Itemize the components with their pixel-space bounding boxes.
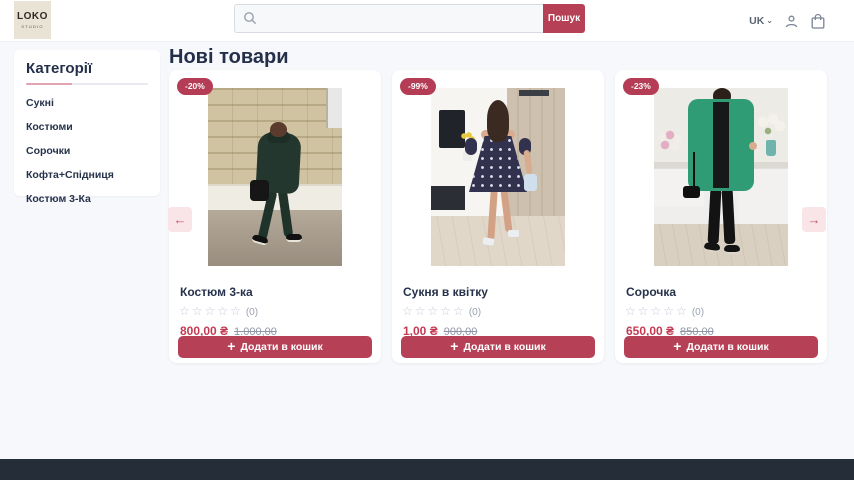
- cart-icon[interactable]: [810, 13, 826, 30]
- figure-hand: [749, 142, 757, 150]
- product-image[interactable]: [208, 88, 342, 266]
- header-right: UK ⌄: [749, 0, 826, 42]
- logo-subtitle: STUDIO: [21, 24, 43, 29]
- add-to-cart-button[interactable]: + Додати в кошик: [401, 336, 595, 358]
- flower-bouquet: [656, 130, 684, 152]
- plus-icon: +: [450, 339, 458, 353]
- categories-title: Категорії: [26, 60, 148, 77]
- ceiling-vent: [519, 90, 549, 96]
- sidebar-item-shirts[interactable]: Сорочки: [26, 145, 148, 157]
- flower-bouquet: [756, 114, 786, 140]
- dress-sleeve: [465, 138, 477, 155]
- add-to-cart-label: Додати в кошик: [686, 341, 768, 353]
- star-icon: ☆: [676, 304, 689, 318]
- star-icon: ☆: [625, 304, 638, 318]
- logo[interactable]: LOKO STUDIO: [14, 1, 51, 39]
- star-icon: ☆: [428, 304, 441, 318]
- add-to-cart-label: Додати в кошик: [463, 341, 545, 353]
- add-to-cart-button[interactable]: + Додати в кошик: [624, 336, 818, 358]
- star-icon: ☆: [638, 304, 651, 318]
- figure-hair: [487, 100, 509, 142]
- figure-bag: [250, 180, 269, 201]
- figure-bag: [683, 186, 700, 198]
- account-icon[interactable]: [784, 14, 799, 29]
- flower-vase: [766, 140, 776, 156]
- product-image[interactable]: [654, 88, 788, 266]
- product-title[interactable]: Костюм 3-ка: [180, 285, 253, 299]
- add-to-cart-label: Додати в кошик: [240, 341, 322, 353]
- window: [326, 88, 342, 128]
- sidebar-item-suit-3[interactable]: Костюм 3-Ка: [26, 193, 148, 205]
- rating-stars: ☆☆☆☆☆(0): [402, 304, 481, 318]
- search-input-wrap: [234, 4, 543, 33]
- rating-count: (0): [469, 307, 481, 318]
- page-title: Нові товари: [169, 46, 288, 69]
- star-icon: ☆: [440, 304, 453, 318]
- star-icon: ☆: [453, 304, 466, 318]
- fireplace: [431, 186, 465, 210]
- carousel-next-button[interactable]: →: [802, 207, 826, 232]
- figure-bag: [524, 174, 537, 191]
- arrow-left-icon: ←: [174, 212, 187, 227]
- sidebar-item-dresses[interactable]: Сукні: [26, 97, 148, 109]
- sidebar-item-suits[interactable]: Костюми: [26, 121, 148, 133]
- footer: [0, 459, 854, 480]
- plus-icon: +: [673, 339, 681, 353]
- chevron-down-icon: ⌄: [766, 16, 773, 25]
- categories-divider: [26, 83, 148, 85]
- star-icon: ☆: [402, 304, 415, 318]
- figure-shoe: [286, 234, 302, 242]
- search-button[interactable]: Пошук: [543, 4, 585, 33]
- tv-screen: [439, 110, 465, 148]
- product-title[interactable]: Сукня в квітку: [403, 285, 488, 299]
- star-icon: ☆: [663, 304, 676, 318]
- star-icon: ☆: [230, 304, 243, 318]
- rating-count: (0): [246, 307, 258, 318]
- add-to-cart-button[interactable]: + Додати в кошик: [178, 336, 372, 358]
- logo-title: LOKO: [17, 12, 48, 22]
- rating-stars: ☆☆☆☆☆(0): [179, 304, 258, 318]
- figure-heel: [508, 230, 519, 237]
- wood-floor: [431, 216, 565, 266]
- product-title[interactable]: Сорочка: [626, 285, 676, 299]
- product-card: -23% Сорочка ☆☆☆☆☆(0) 650,00 ₴850,00 + Д…: [615, 70, 827, 363]
- sidewalk: [208, 210, 342, 266]
- bag-strap: [693, 152, 695, 188]
- wood-floor: [654, 224, 788, 266]
- star-icon: ☆: [205, 304, 218, 318]
- figure-shoe: [724, 245, 740, 254]
- language-dropdown[interactable]: UK ⌄: [749, 15, 773, 27]
- discount-badge: -99%: [400, 78, 436, 95]
- search-bar: Пошук: [234, 4, 585, 33]
- figure-hair: [270, 122, 287, 137]
- star-icon: ☆: [179, 304, 192, 318]
- arrow-right-icon: →: [808, 212, 821, 227]
- star-icon: ☆: [192, 304, 205, 318]
- star-icon: ☆: [651, 304, 664, 318]
- language-label: UK: [749, 15, 764, 27]
- categories-panel: Категорії Сукні Костюми Сорочки Кофта+Сп…: [14, 50, 160, 196]
- discount-badge: -20%: [177, 78, 213, 95]
- carousel-prev-button[interactable]: ←: [168, 207, 192, 232]
- search-input[interactable]: [234, 4, 543, 33]
- discount-badge: -23%: [623, 78, 659, 95]
- star-icon: ☆: [415, 304, 428, 318]
- rating-stars: ☆☆☆☆☆(0): [625, 304, 704, 318]
- plus-icon: +: [227, 339, 235, 353]
- rating-count: (0): [692, 307, 704, 318]
- product-card: -20% Костюм 3-ка ☆☆☆☆☆(0) 800,00 ₴1.000,…: [169, 70, 381, 363]
- sidebar-item-top-skirt[interactable]: Кофта+Спідниця: [26, 169, 148, 181]
- product-image[interactable]: [431, 88, 565, 266]
- black-top: [713, 102, 729, 188]
- figure-leg: [722, 188, 736, 244]
- header: LOKO STUDIO Пошук UK ⌄: [0, 0, 854, 42]
- star-icon: ☆: [217, 304, 230, 318]
- product-card: -99% Сукня в квітку ☆☆☆☆☆(0) 1,00 ₴900,0…: [392, 70, 604, 363]
